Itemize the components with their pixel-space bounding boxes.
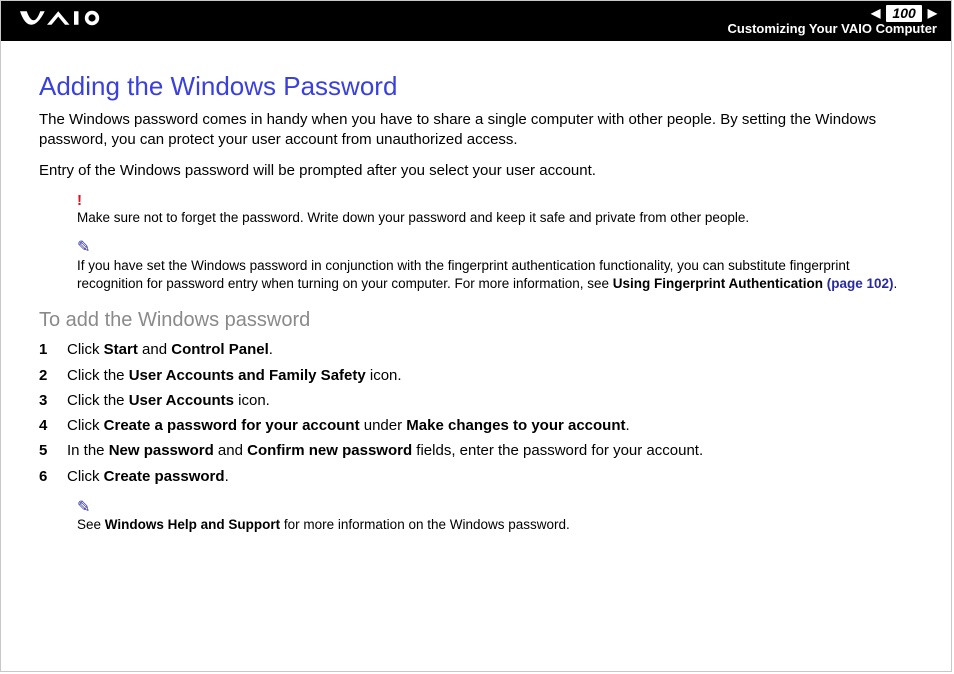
prev-arrow-icon[interactable]: ◀ (871, 7, 880, 21)
step-5: In the New password and Confirm new pass… (39, 441, 913, 461)
header-bar: ◀ 100 ▶ Customizing Your VAIO Computer (1, 1, 951, 41)
header-right: ◀ 100 ▶ Customizing Your VAIO Computer (728, 5, 937, 36)
step-4: Click Create a password for your account… (39, 416, 913, 436)
page-title: Adding the Windows Password (39, 69, 913, 104)
next-arrow-icon[interactable]: ▶ (928, 7, 937, 21)
fingerprint-note: ✎ If you have set the Windows password i… (77, 237, 913, 293)
fingerprint-note-text: If you have set the Windows password in … (77, 258, 897, 291)
section-title: Customizing Your VAIO Computer (728, 22, 937, 37)
page-number: 100 (886, 5, 921, 21)
intro-paragraph-2: Entry of the Windows password will be pr… (39, 161, 913, 181)
step-2: Click the User Accounts and Family Safet… (39, 366, 913, 386)
note-icon: ✎ (77, 237, 913, 259)
page-number-box: ◀ 100 ▶ (871, 5, 937, 21)
warning-text: Make sure not to forget the password. Wr… (77, 210, 749, 225)
page-102-link[interactable]: (page 102) (823, 276, 894, 291)
help-note: ✎ See Windows Help and Support for more … (77, 497, 913, 535)
steps-list: Click Start and Control Panel. Click the… (39, 340, 913, 487)
note-text-post: . (894, 276, 898, 291)
subheading: To add the Windows password (39, 307, 913, 334)
step-6: Click Create password. (39, 467, 913, 487)
vaio-logo (19, 9, 129, 33)
step-3: Click the User Accounts icon. (39, 391, 913, 411)
warning-note: ! Make sure not to forget the password. … (77, 191, 913, 227)
content-area: Adding the Windows Password The Windows … (1, 41, 951, 535)
intro-paragraph-1: The Windows password comes in handy when… (39, 110, 913, 151)
note-icon: ✎ (77, 497, 913, 519)
note-text-bold: Using Fingerprint Authentication (613, 276, 823, 291)
help-note-text: See Windows Help and Support for more in… (77, 517, 570, 532)
document-page: ◀ 100 ▶ Customizing Your VAIO Computer A… (0, 0, 952, 672)
step-1: Click Start and Control Panel. (39, 340, 913, 360)
warning-icon: ! (77, 191, 913, 211)
